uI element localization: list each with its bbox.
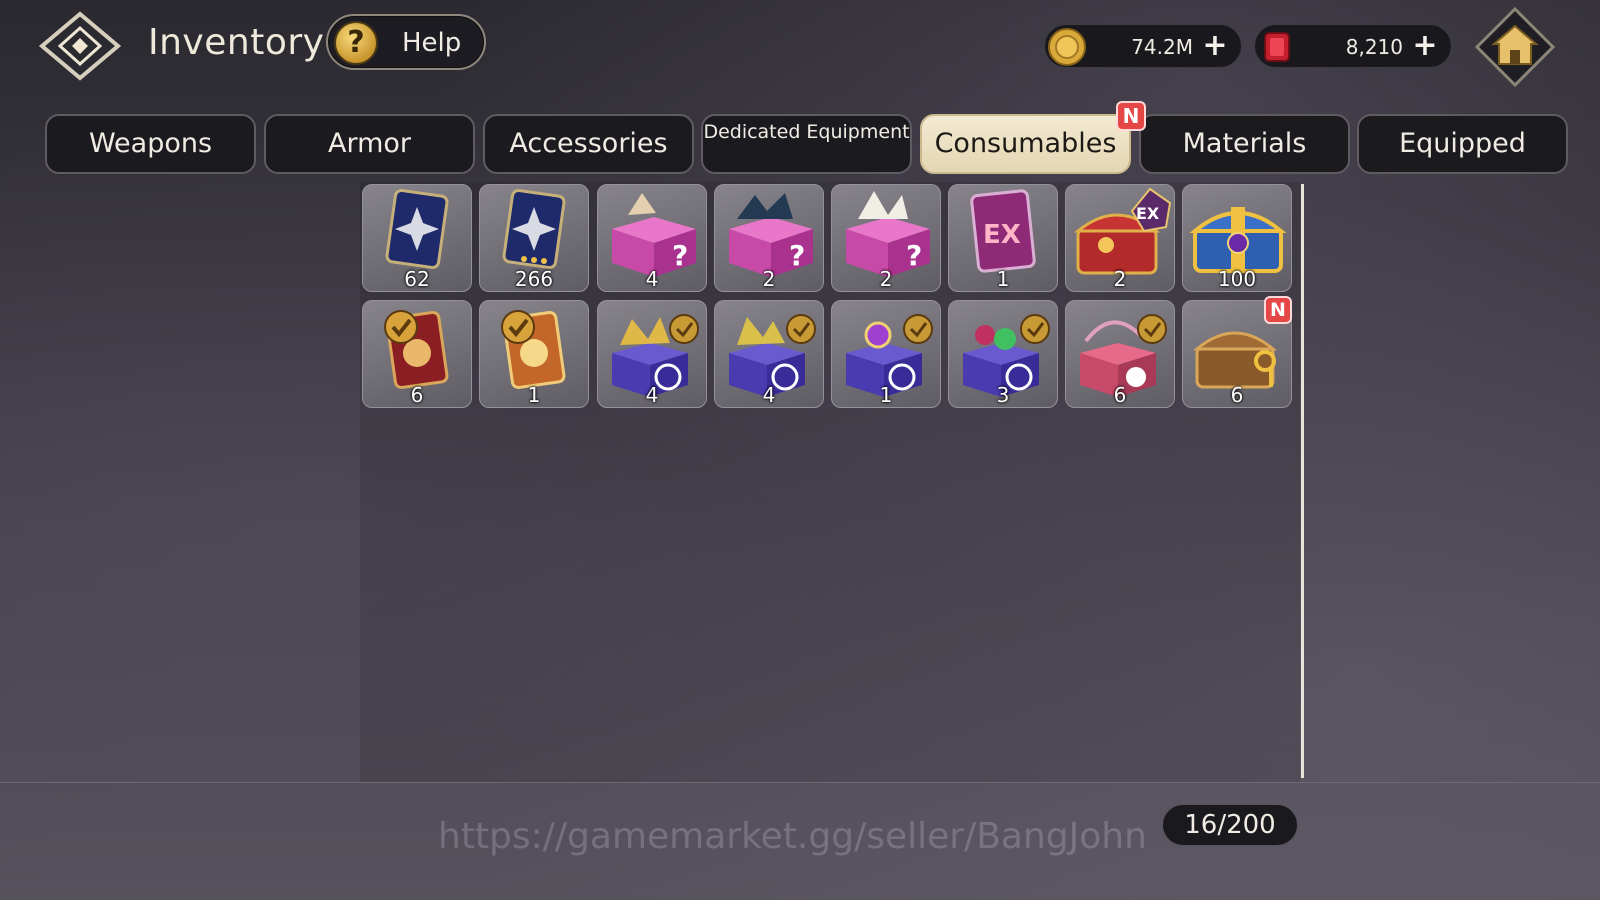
item-slot[interactable]: 6 <box>1065 300 1175 408</box>
item-slot[interactable]: ? 4 <box>597 184 707 292</box>
inventory-capacity: 16/200 <box>1162 804 1298 846</box>
item-slot[interactable]: 6 <box>362 300 472 408</box>
item-count: 2 <box>762 267 776 291</box>
item-count: 1 <box>879 383 893 407</box>
item-slot[interactable]: 100 <box>1182 184 1292 292</box>
tab-dedicated-equipment[interactable]: Dedicated Equipment <box>701 114 912 174</box>
help-button[interactable]: ? Help <box>326 14 486 70</box>
gem-amount: 8,210 <box>1345 35 1403 59</box>
gem-currency: 8,210 + <box>1254 24 1452 68</box>
tab-consumables[interactable]: Consumables <box>920 114 1131 174</box>
item-slot[interactable]: 1 <box>479 300 589 408</box>
item-count: 1 <box>996 267 1010 291</box>
watermark: https://gamemarket.gg/seller/BangJohn <box>438 816 1147 857</box>
add-gold-button[interactable]: + <box>1201 31 1229 61</box>
item-count: 2 <box>879 267 893 291</box>
item-count: 4 <box>645 267 659 291</box>
footer-divider <box>0 782 1600 783</box>
help-label: Help <box>402 28 462 58</box>
tab-materials[interactable]: Materials <box>1139 114 1350 174</box>
question-icon: ? <box>334 21 378 65</box>
item-slot[interactable]: ? 2 <box>714 184 824 292</box>
item-count: 100 <box>1217 267 1257 291</box>
page-title: Inventory <box>148 22 325 63</box>
item-count: 6 <box>410 383 424 407</box>
item-slot[interactable]: 62 <box>362 184 472 292</box>
new-badge: N <box>1116 101 1146 131</box>
diamond-back-icon <box>38 11 122 81</box>
item-count: 3 <box>996 383 1010 407</box>
home-button[interactable] <box>1474 6 1556 88</box>
gold-amount: 74.2M <box>1131 35 1193 59</box>
svg-text:EX: EX <box>983 220 1021 250</box>
item-count: 62 <box>404 267 430 291</box>
item-count: 4 <box>645 383 659 407</box>
item-count: 6 <box>1113 383 1127 407</box>
add-gem-button[interactable]: + <box>1411 31 1439 61</box>
scrollbar[interactable] <box>1301 184 1304 778</box>
item-slot[interactable]: 266 <box>479 184 589 292</box>
item-count: 266 <box>514 267 554 291</box>
item-count: 1 <box>527 383 541 407</box>
item-slot[interactable]: ? 2 <box>831 184 941 292</box>
tab-armor[interactable]: Armor <box>264 114 475 174</box>
gold-coin-icon <box>1048 28 1086 66</box>
tab-accessories[interactable]: Accessories <box>483 114 694 174</box>
red-gem-icon <box>1264 32 1290 62</box>
item-count: 2 <box>1113 267 1127 291</box>
item-count: 6 <box>1230 383 1244 407</box>
item-slot[interactable]: 4 <box>597 300 707 408</box>
item-slot[interactable]: 4 <box>714 300 824 408</box>
item-slot[interactable]: 1 <box>831 300 941 408</box>
tab-equipped[interactable]: Equipped <box>1357 114 1568 174</box>
back-button[interactable] <box>38 10 122 82</box>
svg-text:EX: EX <box>1136 204 1160 223</box>
tab-weapons[interactable]: Weapons <box>45 114 256 174</box>
item-count: 4 <box>762 383 776 407</box>
new-badge: N <box>1264 296 1292 324</box>
gold-currency: 74.2M + <box>1044 24 1242 68</box>
item-slot[interactable]: EX 2 <box>1065 184 1175 292</box>
item-slot[interactable]: EX 1 <box>948 184 1058 292</box>
item-slot[interactable]: 3 <box>948 300 1058 408</box>
home-icon <box>1474 6 1556 88</box>
